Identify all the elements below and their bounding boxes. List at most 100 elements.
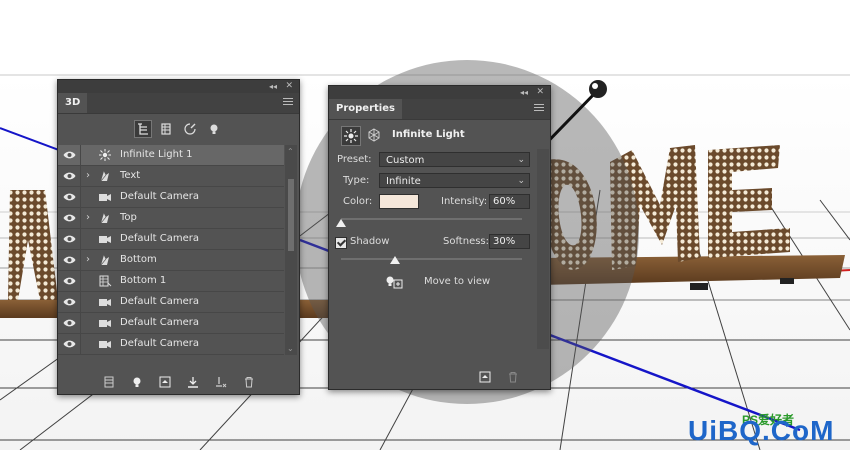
layer-name: Default Camera xyxy=(120,296,199,307)
3d-panel-bottom-bar xyxy=(58,370,299,394)
3d-layer-list[interactable]: Infinite Light 1 › Text Default Camera › Top D… xyxy=(58,145,284,355)
layer-row[interactable]: Default Camera xyxy=(58,187,284,208)
softness-label: Softness: xyxy=(443,236,490,247)
close-panel-icon[interactable]: ✕ xyxy=(285,80,293,93)
chevron-right-icon[interactable]: › xyxy=(86,212,90,223)
constraint-icon[interactable] xyxy=(213,374,229,390)
visibility-eye-icon[interactable] xyxy=(63,213,76,223)
column-divider xyxy=(80,334,81,354)
visibility-eye-icon[interactable] xyxy=(63,276,76,286)
delete-icon[interactable] xyxy=(241,374,257,390)
layer-row[interactable]: Infinite Light 1 xyxy=(58,145,284,166)
scroll-up-icon[interactable]: ⌃ xyxy=(287,147,294,156)
3d-filter-bar xyxy=(58,114,299,144)
layer-name: Default Camera xyxy=(120,191,199,202)
column-divider xyxy=(80,229,81,249)
layer-row[interactable]: Bottom 1 xyxy=(58,271,284,292)
meshes-icon[interactable] xyxy=(158,121,174,137)
layer-row[interactable]: › Text xyxy=(58,166,284,187)
shadow-softness-row: Shadow Softness: 30% xyxy=(329,232,550,252)
shadow-checkbox[interactable] xyxy=(335,237,347,249)
properties-tab-row: Properties xyxy=(329,99,550,120)
coordinates-icon[interactable] xyxy=(367,128,381,142)
properties-bottom-bar xyxy=(329,365,550,389)
lights-icon[interactable] xyxy=(206,121,222,137)
properties-scrollbar[interactable] xyxy=(537,149,549,349)
visibility-eye-icon[interactable] xyxy=(63,234,76,244)
column-divider xyxy=(80,208,81,228)
type-value: Infinite xyxy=(386,176,421,187)
mesh-icon xyxy=(98,212,112,224)
softness-field[interactable]: 30% xyxy=(489,234,530,249)
chevron-right-icon[interactable]: › xyxy=(86,170,90,181)
visibility-eye-icon[interactable] xyxy=(63,171,76,181)
layer-row[interactable]: › Bottom xyxy=(58,250,284,271)
layer-row[interactable]: Default Camera xyxy=(58,313,284,334)
properties-panel: ◂◂ ✕ Properties Infinite Light Preset: C… xyxy=(328,85,551,390)
tab-properties[interactable]: Properties xyxy=(329,99,402,119)
move-to-view-label: Move to view xyxy=(424,276,491,287)
collapse-panel-icon[interactable]: ◂◂ xyxy=(269,80,277,93)
properties-header: Infinite Light xyxy=(329,120,550,150)
3d-panel-tab-row: 3D xyxy=(58,93,299,114)
type-select[interactable]: Infinite ⌄ xyxy=(379,173,530,188)
drop-to-plane-icon[interactable] xyxy=(185,374,201,390)
preset-value: Custom xyxy=(386,155,425,166)
new-object-icon[interactable] xyxy=(157,374,173,390)
mesh-icon xyxy=(98,254,112,266)
panel-menu-icon[interactable] xyxy=(283,98,293,107)
layer-row[interactable]: Default Camera xyxy=(58,334,284,355)
column-divider xyxy=(80,166,81,186)
column-divider xyxy=(80,313,81,333)
visibility-eye-icon[interactable] xyxy=(63,255,76,265)
scroll-down-icon[interactable]: ⌄ xyxy=(287,344,294,353)
intensity-slider[interactable] xyxy=(341,218,522,220)
chevron-right-icon[interactable]: › xyxy=(86,254,90,265)
intensity-field[interactable]: 60% xyxy=(489,194,530,209)
softness-slider-thumb[interactable] xyxy=(390,256,401,264)
chevron-down-icon: ⌄ xyxy=(517,176,525,186)
preset-select[interactable]: Custom ⌄ xyxy=(379,152,530,167)
collapse-panel-icon[interactable]: ◂◂ xyxy=(520,86,528,99)
properties-panel-titlebar[interactable]: ◂◂ ✕ xyxy=(329,86,550,99)
intensity-slider-thumb[interactable] xyxy=(336,219,346,227)
chevron-down-icon: ⌄ xyxy=(517,155,525,165)
properties-title: Infinite Light xyxy=(392,129,465,140)
layer-list-scrollbar[interactable]: ⌃ ⌄ xyxy=(285,145,297,355)
layer-row[interactable]: Default Camera xyxy=(58,292,284,313)
light-color-swatch[interactable] xyxy=(379,194,419,209)
visibility-eye-icon[interactable] xyxy=(63,318,76,328)
scroll-thumb[interactable] xyxy=(288,179,294,251)
panel-menu-icon[interactable] xyxy=(534,104,544,113)
shadow-label: Shadow xyxy=(350,236,390,247)
column-divider xyxy=(80,271,81,291)
camera-icon xyxy=(98,191,112,203)
layer-name: Bottom xyxy=(120,254,157,265)
3d-panel-titlebar[interactable]: ◂◂ ✕ xyxy=(58,80,299,93)
visibility-eye-icon[interactable] xyxy=(63,297,76,307)
camera-icon xyxy=(98,296,112,308)
preset-row: Preset: Custom ⌄ xyxy=(329,150,550,170)
layer-row[interactable]: Default Camera xyxy=(58,229,284,250)
render-icon[interactable] xyxy=(101,374,117,390)
color-intensity-row: Color: Intensity: 60% xyxy=(329,192,550,212)
softness-slider[interactable] xyxy=(341,258,522,260)
delete-icon[interactable] xyxy=(505,369,521,385)
new-object-icon[interactable] xyxy=(477,369,493,385)
visibility-eye-icon[interactable] xyxy=(63,192,76,202)
whole-scene-icon[interactable] xyxy=(134,120,152,138)
layer-name: Infinite Light 1 xyxy=(120,149,193,160)
add-light-icon[interactable] xyxy=(129,374,145,390)
mesh-group-icon xyxy=(98,275,112,287)
visibility-eye-icon[interactable] xyxy=(63,150,76,160)
watermark-logo: UiBQ.CoM xyxy=(688,415,835,446)
close-panel-icon[interactable]: ✕ xyxy=(536,86,544,99)
move-to-view-icon[interactable] xyxy=(385,275,403,292)
visibility-eye-icon[interactable] xyxy=(63,339,76,349)
mesh-icon xyxy=(98,170,112,182)
layer-row[interactable]: › Top xyxy=(58,208,284,229)
move-to-view-row[interactable]: Move to view xyxy=(329,272,550,292)
tab-3d[interactable]: 3D xyxy=(58,93,88,113)
materials-icon[interactable] xyxy=(182,121,198,137)
light-properties-icon[interactable] xyxy=(341,126,361,146)
